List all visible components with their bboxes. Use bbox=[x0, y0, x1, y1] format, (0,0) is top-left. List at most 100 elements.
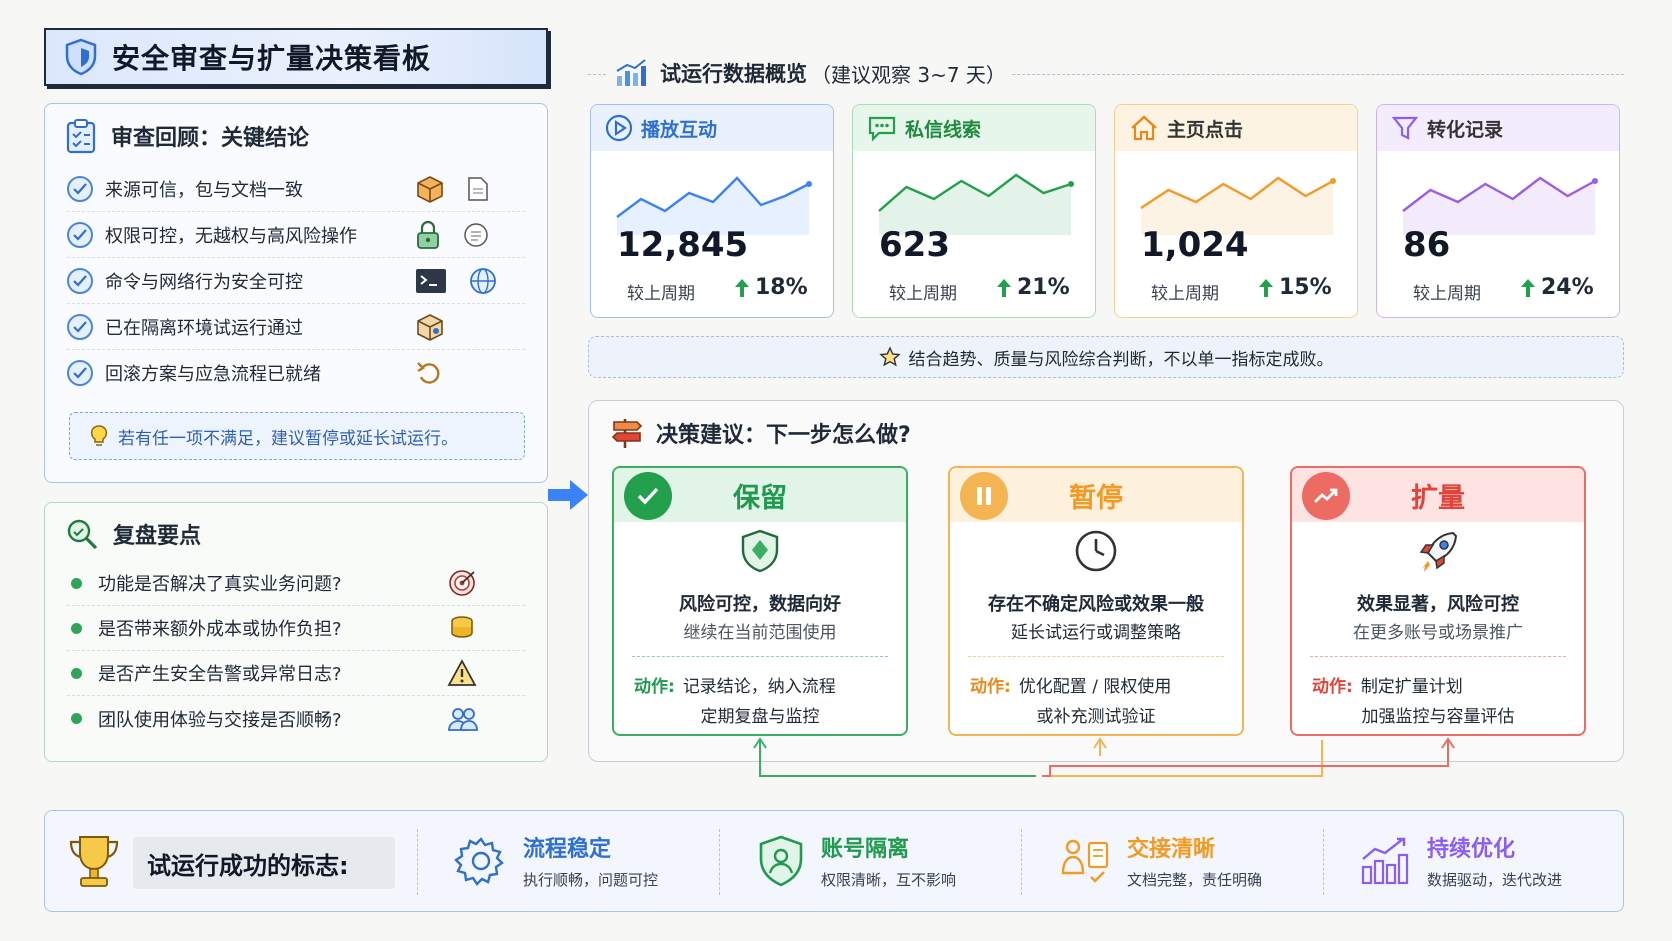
check-item-text: 权限可控，无越权与高风险操作 bbox=[105, 225, 357, 247]
gear-icon bbox=[454, 836, 504, 886]
decision-card-expand: 扩量 效果显著，风险可控 在更多账号或场景推广 动作: 制定扩量计划 加强监控与容… bbox=[1290, 466, 1586, 736]
list-item: 是否带来额外成本或协作负担? bbox=[67, 606, 525, 651]
option-detail: 继续在当前范围使用 bbox=[683, 623, 837, 643]
criteria-subtitle: 文档完整，责任明确 bbox=[1127, 871, 1263, 889]
bar-chart-icon bbox=[616, 59, 646, 86]
criteria-subtitle: 权限清晰，互不影响 bbox=[821, 871, 957, 889]
change-text: 15% bbox=[1279, 275, 1332, 300]
signpost-icon bbox=[611, 419, 643, 448]
document-icon bbox=[468, 176, 488, 201]
search-icon bbox=[67, 519, 98, 550]
note-text: 若有任一项不满足，建议暂停或延长试运行。 bbox=[118, 428, 458, 449]
metric-value: 12,845 bbox=[617, 225, 749, 265]
compare-label: 较上周期 bbox=[627, 284, 695, 304]
check-icon bbox=[67, 221, 93, 248]
option-detail: 延长试运行或调整策略 bbox=[1011, 623, 1181, 643]
recap-heading: 复盘要点 bbox=[113, 524, 202, 549]
option-title: 保留 bbox=[733, 482, 787, 514]
undo-icon bbox=[417, 362, 440, 384]
compare-label: 较上周期 bbox=[1151, 284, 1219, 304]
handover-icon bbox=[1061, 839, 1109, 883]
option-title: 暂停 bbox=[1069, 482, 1123, 514]
arrow-up-icon bbox=[1521, 278, 1535, 297]
action-text: 优化配置 / 限权使用 bbox=[1018, 677, 1172, 697]
flow-arrow-icon bbox=[548, 480, 588, 510]
compare-label: 较上周期 bbox=[889, 284, 957, 304]
feedback-connector bbox=[753, 737, 1455, 777]
terminal-icon bbox=[416, 268, 446, 293]
check-item-text: 来源可信，包与文档一致 bbox=[105, 179, 303, 201]
check-item-text: 命令与网络行为安全可控 bbox=[105, 271, 303, 293]
bullet-dot bbox=[71, 622, 82, 634]
criteria-title: 账号隔离 bbox=[821, 837, 910, 862]
list-item: 团队使用体验与交接是否顺畅? bbox=[67, 696, 525, 741]
action-text-2: 加强监控与容量评估 bbox=[1361, 707, 1515, 727]
criteria-title: 流程稳定 bbox=[523, 837, 612, 862]
shield-icon bbox=[741, 529, 779, 573]
tip-bar: 结合趋势、质量与风险综合判断，不以单一指标定成败。 bbox=[588, 336, 1624, 378]
sparkline-endpoint bbox=[806, 181, 812, 187]
metric-value: 86 bbox=[1403, 225, 1451, 265]
divider bbox=[1310, 656, 1566, 657]
divider bbox=[632, 656, 888, 657]
action-text-2: 定期复盘与监控 bbox=[700, 707, 820, 727]
change-text: 21% bbox=[1017, 275, 1070, 300]
sparkline-endpoint bbox=[1592, 178, 1598, 184]
footer-label: 试运行成功的标志: bbox=[133, 837, 395, 889]
stat-card-play: 播放互动 12,845 较上周期 18% bbox=[590, 104, 834, 318]
check-icon bbox=[67, 313, 93, 340]
card-title: 转化记录 bbox=[1427, 118, 1504, 141]
recap-panel: 复盘要点 功能是否解决了真实业务问题? 是否带来额外成本或协作负担? 是否产生安… bbox=[44, 502, 548, 762]
package-icon bbox=[417, 175, 443, 203]
user-shield-icon bbox=[759, 835, 803, 886]
page-title: 安全审查与扩量决策看板 bbox=[112, 42, 432, 75]
decision-card-keep: 保留 风险可控，数据向好 继续在当前范围使用 动作: 记录结论，纳入流程 定期复盘… bbox=[612, 466, 908, 736]
coins-icon bbox=[451, 616, 473, 638]
criteria-item: 账号隔离 权限清晰，互不影响 bbox=[755, 831, 956, 890]
criteria-subtitle: 数据驱动，迭代改进 bbox=[1427, 871, 1563, 889]
sparkline-endpoint bbox=[1068, 181, 1074, 187]
decision-heading: 决策建议：下一步怎么做? bbox=[656, 423, 911, 448]
arrow-up-icon bbox=[1259, 278, 1273, 297]
trend-up-icon bbox=[1302, 472, 1350, 520]
check-icon bbox=[624, 472, 672, 520]
divider bbox=[417, 829, 418, 895]
decision-header: 决策建议：下一步怎么做? bbox=[610, 416, 911, 450]
check-icon bbox=[67, 267, 93, 294]
change-text: 24% bbox=[1541, 275, 1594, 300]
criteria-subtitle: 执行顺畅，问题可控 bbox=[523, 871, 659, 889]
trophy-icon bbox=[69, 836, 119, 887]
card-title: 主页点击 bbox=[1167, 118, 1244, 141]
recap-item-text: 团队使用体验与交接是否顺畅? bbox=[98, 709, 342, 731]
change-text: 18% bbox=[755, 275, 808, 300]
divider bbox=[1323, 829, 1324, 895]
bullet-dot bbox=[71, 713, 82, 724]
tip-text: 结合趋势、质量与风险综合判断，不以单一指标定成败。 bbox=[908, 349, 1334, 370]
growth-chart-icon bbox=[1361, 837, 1409, 884]
action-label: 动作: bbox=[634, 677, 675, 697]
review-heading: 审查回顾：关键结论 bbox=[111, 126, 310, 151]
card-title: 私信线索 bbox=[905, 118, 982, 141]
metric-value: 623 bbox=[879, 225, 950, 265]
criteria-item: 交接清晰 文档完整，责任明确 bbox=[1057, 831, 1262, 890]
change-value: 24% bbox=[1519, 275, 1594, 300]
option-detail: 在更多账号或场景推广 bbox=[1353, 623, 1523, 643]
action-text: 制定扩量计划 bbox=[1360, 677, 1463, 697]
check-item-text: 回滚方案与应急流程已就绪 bbox=[105, 364, 321, 385]
note-icon bbox=[464, 222, 488, 247]
action-label: 动作: bbox=[1312, 677, 1353, 697]
overview-heading: 试运行数据概览 bbox=[660, 62, 807, 86]
sandbox-box-icon bbox=[417, 313, 443, 341]
check-icon bbox=[67, 360, 93, 386]
rocket-icon bbox=[1419, 531, 1458, 572]
clipboard-icon bbox=[66, 119, 96, 154]
action-text-2: 或补充测试验证 bbox=[1036, 707, 1156, 727]
bullet-dot bbox=[71, 667, 82, 679]
bullet-dot bbox=[71, 577, 82, 589]
chat-icon bbox=[868, 116, 896, 142]
review-panel: 审查回顾：关键结论 来源可信，包与文档一致 权限可控，无越权与高风险操作 命令与… bbox=[44, 103, 548, 483]
action-line: 动作: 优化配置 / 限权使用 bbox=[970, 672, 1171, 697]
star-icon bbox=[878, 346, 901, 367]
title-banner: 安全审查与扩量决策看板 bbox=[44, 28, 548, 86]
arrow-up-icon bbox=[997, 278, 1011, 297]
